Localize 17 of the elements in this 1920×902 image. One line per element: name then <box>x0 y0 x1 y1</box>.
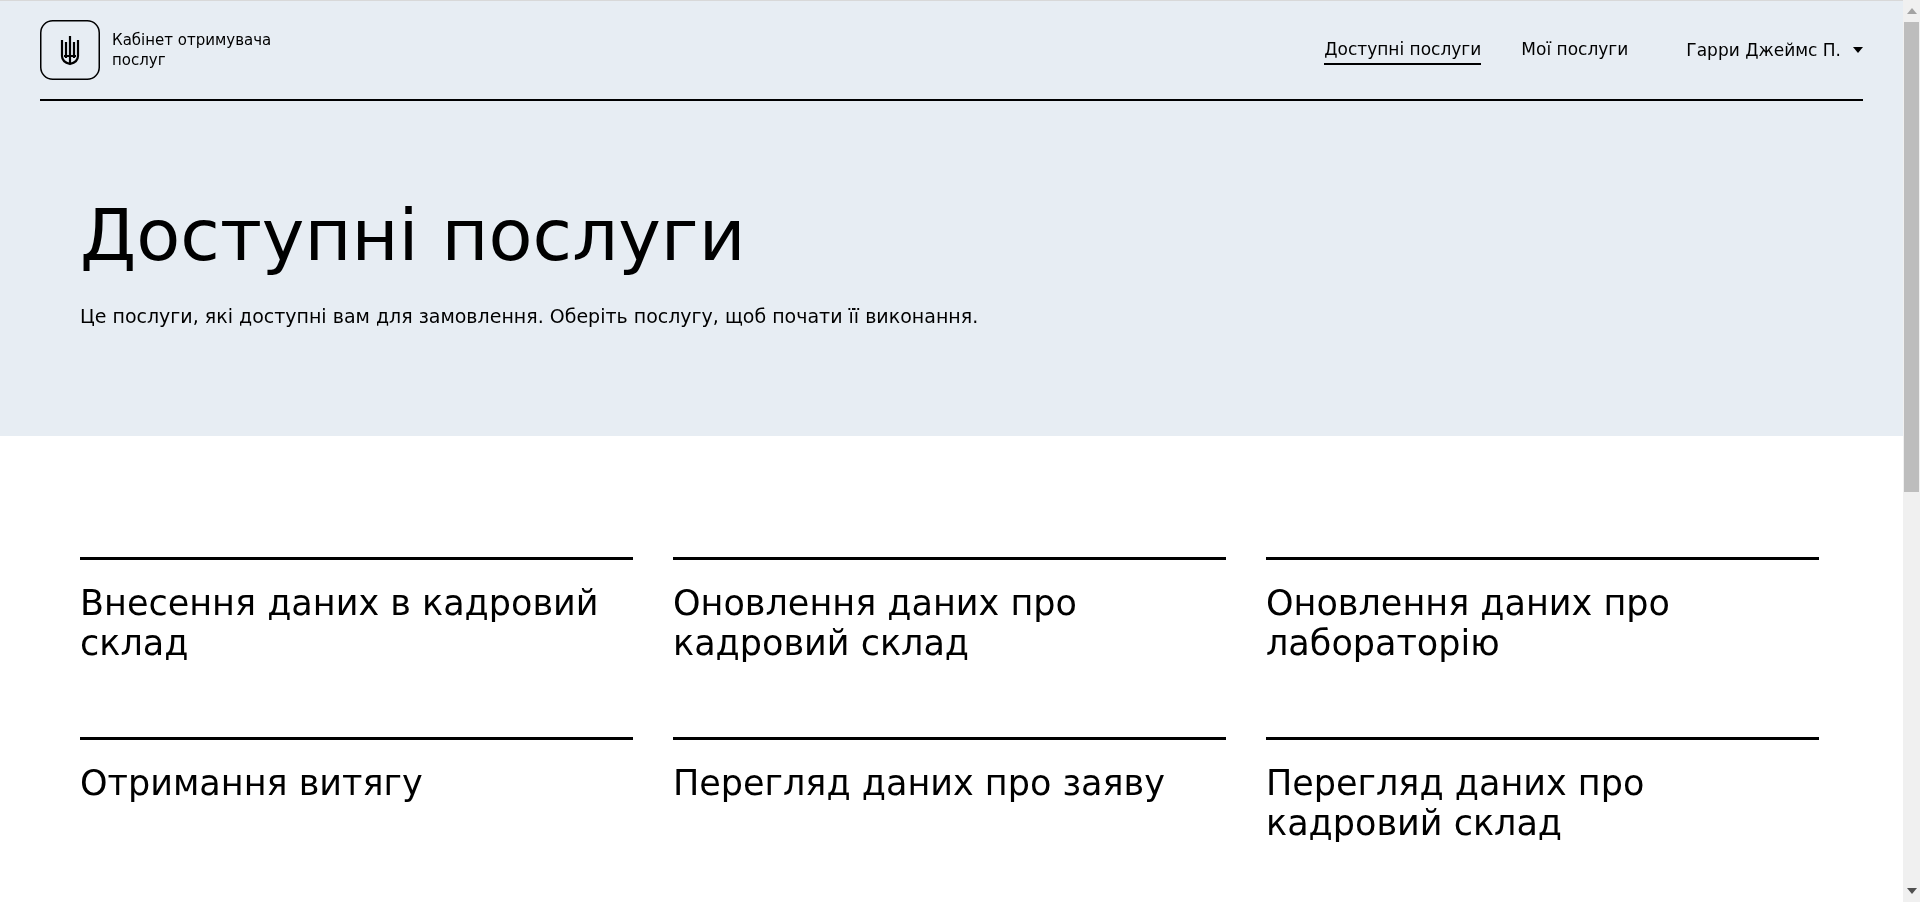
caret-icon <box>1853 47 1863 53</box>
page-description: Це послуги, які доступні вам для замовлення. Оберіть послугу, щоб почати її виконання. <box>80 305 980 327</box>
scrollbar[interactable] <box>1903 0 1920 902</box>
service-card[interactable]: Перегляд даних про заяву <box>673 737 1226 902</box>
service-card[interactable]: Оновлення даних про лабораторію <box>1266 557 1819 737</box>
nav-link[interactable]: Мої послуги <box>1521 35 1629 65</box>
scrollbar-thumb[interactable] <box>1904 22 1919 492</box>
scroll-up-icon[interactable] <box>1906 8 1917 14</box>
service-card[interactable]: Внесення даних в кадровий склад <box>80 557 633 737</box>
trident-emblem-icon[interactable] <box>40 20 100 80</box>
nav-link[interactable]: Доступні послуги <box>1324 35 1482 65</box>
scroll-down-icon[interactable] <box>1906 888 1917 894</box>
logo-title: Кабінет отримувача послуг <box>112 30 273 70</box>
service-card[interactable]: Перегляд даних про кадровий склад <box>1266 737 1819 902</box>
user-menu-button[interactable]: Гарри Джеймс П. <box>1686 36 1863 64</box>
service-card[interactable]: Отримання витягу <box>80 737 633 902</box>
service-card[interactable]: Оновлення даних про кадровий склад <box>673 557 1226 737</box>
